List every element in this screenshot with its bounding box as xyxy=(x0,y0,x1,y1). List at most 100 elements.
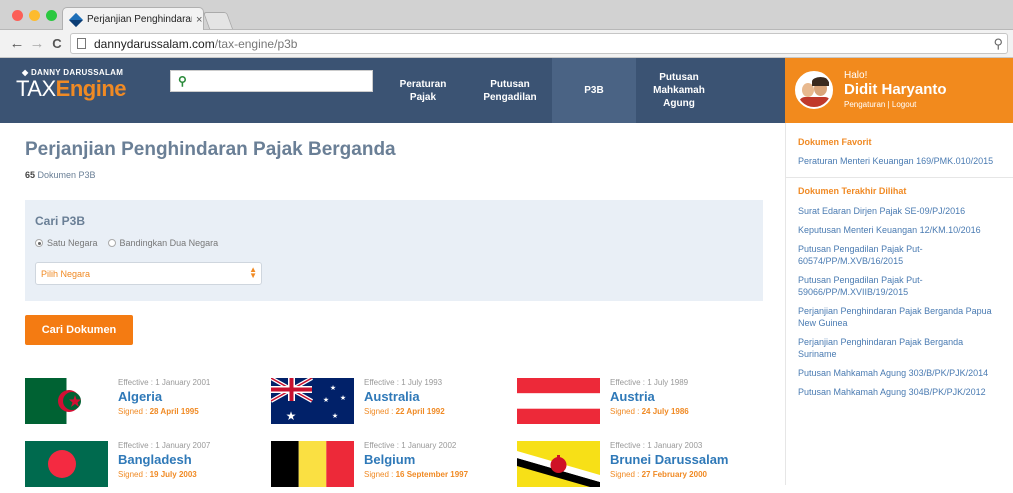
radio-bandingkan[interactable] xyxy=(107,239,116,247)
document-count: 65 Dokumen P3B xyxy=(25,170,96,180)
signed-date: 27 February 2000 xyxy=(641,470,707,479)
svg-text:★: ★ xyxy=(332,412,338,420)
recent-link[interactable]: Perjanjian Penghindaran Pajak Berganda P… xyxy=(786,305,1013,329)
browser-toolbar: ← → C dannydarussalam.com/tax-engine/p3b… xyxy=(0,30,1013,58)
country-signed: Signed : 19 July 2003 xyxy=(118,470,210,479)
maximize-window-button[interactable] xyxy=(46,10,57,21)
country-signed: Signed : 27 February 2000 xyxy=(610,470,729,479)
url-host: dannydarussalam.com xyxy=(94,36,215,51)
signed-label: Signed : xyxy=(364,407,394,416)
country-card-austria[interactable]: Effective : 1 July 1989 Austria Signed :… xyxy=(517,378,757,430)
select-arrows-icon: ▲ ▼ xyxy=(249,265,257,280)
site-header: ◆ DANNY DARUSSALAM TAXEngine ⚲ Peraturan… xyxy=(0,58,1013,123)
sidebar: Dokumen Favorit Peraturan Menteri Keuang… xyxy=(785,123,1013,485)
country-name[interactable]: Bangladesh xyxy=(118,452,210,467)
signed-label: Signed : xyxy=(364,470,394,479)
svg-text:★: ★ xyxy=(340,394,346,402)
flag-bangladesh-icon xyxy=(25,441,108,487)
signed-label: Signed : xyxy=(118,470,148,479)
search-mode-radios: Satu Negara Bandingkan Dua Negara xyxy=(35,238,228,248)
search-panel: Cari P3B Satu Negara Bandingkan Dua Nega… xyxy=(25,200,763,301)
site-favicon-icon xyxy=(68,12,84,27)
sidebar-divider xyxy=(786,177,1013,178)
url-path: /tax-engine/p3b xyxy=(214,36,298,51)
close-window-button[interactable] xyxy=(12,10,23,21)
reload-icon[interactable]: C xyxy=(47,36,67,51)
tab-title: Perjanjian Penghindaran Pajak xyxy=(87,14,192,25)
country-card-brunei[interactable]: Effective : 1 January 2003 Brunei Daruss… xyxy=(517,441,757,493)
user-links[interactable]: Pengaturan | Logout xyxy=(844,100,916,109)
country-signed: Signed : 22 April 1992 xyxy=(364,407,445,416)
country-select-value: Pilih Negara xyxy=(41,269,91,279)
country-name[interactable]: Australia xyxy=(364,389,445,404)
recent-link[interactable]: Keputusan Menteri Keuangan 12/KM.10/2016 xyxy=(786,224,1013,236)
country-select[interactable]: Pilih Negara ▲ ▼ xyxy=(35,262,262,285)
country-signed: Signed : 24 July 1986 xyxy=(610,407,689,416)
search-input[interactable]: ⚲ xyxy=(170,70,373,92)
recent-link[interactable]: Putusan Pengadilan Pajak Put-60574/PP/M.… xyxy=(786,243,1013,267)
main-content: Perjanjian Penghindaran Pajak Berganda 6… xyxy=(0,123,785,487)
flag-brunei-icon xyxy=(517,441,600,487)
signed-label: Signed : xyxy=(610,407,640,416)
country-card-belgium[interactable]: Effective : 1 January 2002 Belgium Signe… xyxy=(271,441,511,493)
tab-close-icon[interactable]: × xyxy=(196,14,202,26)
country-card-algeria[interactable]: Effective : 1 January 2001 Algeria Signe… xyxy=(25,378,265,430)
country-name[interactable]: Belgium xyxy=(364,452,468,467)
recent-link[interactable]: Surat Edaran Dirjen Pajak SE-09/PJ/2016 xyxy=(786,205,1013,217)
country-name[interactable]: Austria xyxy=(610,389,689,404)
svg-text:★: ★ xyxy=(323,396,329,404)
flag-algeria-icon xyxy=(25,378,108,424)
flag-austria-icon xyxy=(517,378,600,424)
recent-link[interactable]: Perjanjian Penghindaran Pajak Berganda S… xyxy=(786,336,1013,360)
nav-p3b[interactable]: P3B xyxy=(552,58,636,123)
avatar-hair-shape xyxy=(812,77,829,86)
country-effective: Effective : 1 January 2002 xyxy=(364,441,457,450)
document-count-number: 65 xyxy=(25,170,36,180)
signed-date: 16 September 1997 xyxy=(395,470,469,479)
signed-date: 19 July 2003 xyxy=(149,470,197,479)
nav-peraturan-pajak[interactable]: Peraturan Pajak xyxy=(392,58,454,123)
country-effective: Effective : 1 July 1989 xyxy=(610,378,689,387)
radio-bandingkan-label[interactable]: Bandingkan Dua Negara xyxy=(120,238,219,248)
recent-title: Dokumen Terakhir Dilihat xyxy=(798,186,907,196)
favorite-link[interactable]: Peraturan Menteri Keuangan 169/PMK.010/2… xyxy=(786,155,1013,167)
recent-link[interactable]: Putusan Mahkamah Agung 303/B/PK/PJK/2014 xyxy=(786,367,1013,379)
country-card-australia[interactable]: ★ ★ ★ ★ ★ Effective : 1 July 1993 Austra… xyxy=(271,378,511,430)
user-name: Didit Haryanto xyxy=(844,81,947,98)
minimize-window-button[interactable] xyxy=(29,10,40,21)
search-documents-button[interactable]: Cari Dokumen xyxy=(25,315,133,345)
address-bar[interactable]: dannydarussalam.com/tax-engine/p3b ⚲ xyxy=(70,33,1008,54)
zoom-magnifier-icon[interactable]: ⚲ xyxy=(993,36,1003,52)
search-panel-title: Cari P3B xyxy=(35,214,86,228)
back-arrow-icon[interactable]: ← xyxy=(7,35,27,52)
country-effective: Effective : 1 January 2007 xyxy=(118,441,211,450)
recent-link[interactable]: Putusan Mahkamah Agung 304B/PK/PJK/2012 xyxy=(786,386,1013,398)
logo[interactable]: TAXEngine xyxy=(16,76,127,102)
page-icon xyxy=(77,38,86,49)
country-card-bangladesh[interactable]: Effective : 1 January 2007 Bangladesh Si… xyxy=(25,441,265,493)
page-title: Perjanjian Penghindaran Pajak Berganda xyxy=(25,139,396,160)
browser-tab[interactable]: Perjanjian Penghindaran Pajak × xyxy=(62,7,204,31)
country-effective: Effective : 1 January 2001 xyxy=(118,378,211,387)
country-name[interactable]: Brunei Darussalam xyxy=(610,452,729,467)
favorites-title: Dokumen Favorit xyxy=(798,137,872,147)
radio-satu-negara[interactable] xyxy=(35,239,43,247)
country-name[interactable]: Algeria xyxy=(118,389,210,404)
search-icon: ⚲ xyxy=(178,74,187,88)
radio-satu-negara-label[interactable]: Satu Negara xyxy=(47,238,98,248)
avatar[interactable] xyxy=(795,71,833,109)
country-signed: Signed : 16 September 1997 xyxy=(364,470,468,479)
country-signed: Signed : 28 April 1995 xyxy=(118,407,210,416)
forward-arrow-icon[interactable]: → xyxy=(27,35,47,52)
nav-putusan-pengadilan[interactable]: Putusan Pengadilan xyxy=(480,58,540,123)
nav-putusan-mahkamah-agung[interactable]: Putusan Mahkamah Agung xyxy=(648,58,710,123)
signed-label: Signed : xyxy=(610,470,640,479)
new-tab-button[interactable] xyxy=(202,12,234,29)
signed-label: Signed : xyxy=(118,407,148,416)
flag-australia-icon: ★ ★ ★ ★ ★ xyxy=(271,378,354,424)
svg-text:★: ★ xyxy=(286,409,297,423)
browser-tab-strip: Perjanjian Penghindaran Pajak × xyxy=(0,0,1013,31)
signed-date: 24 July 1986 xyxy=(641,407,689,416)
signed-date: 28 April 1995 xyxy=(149,407,199,416)
recent-link[interactable]: Putusan Pengadilan Pajak Put-59066/PP/M.… xyxy=(786,274,1013,298)
